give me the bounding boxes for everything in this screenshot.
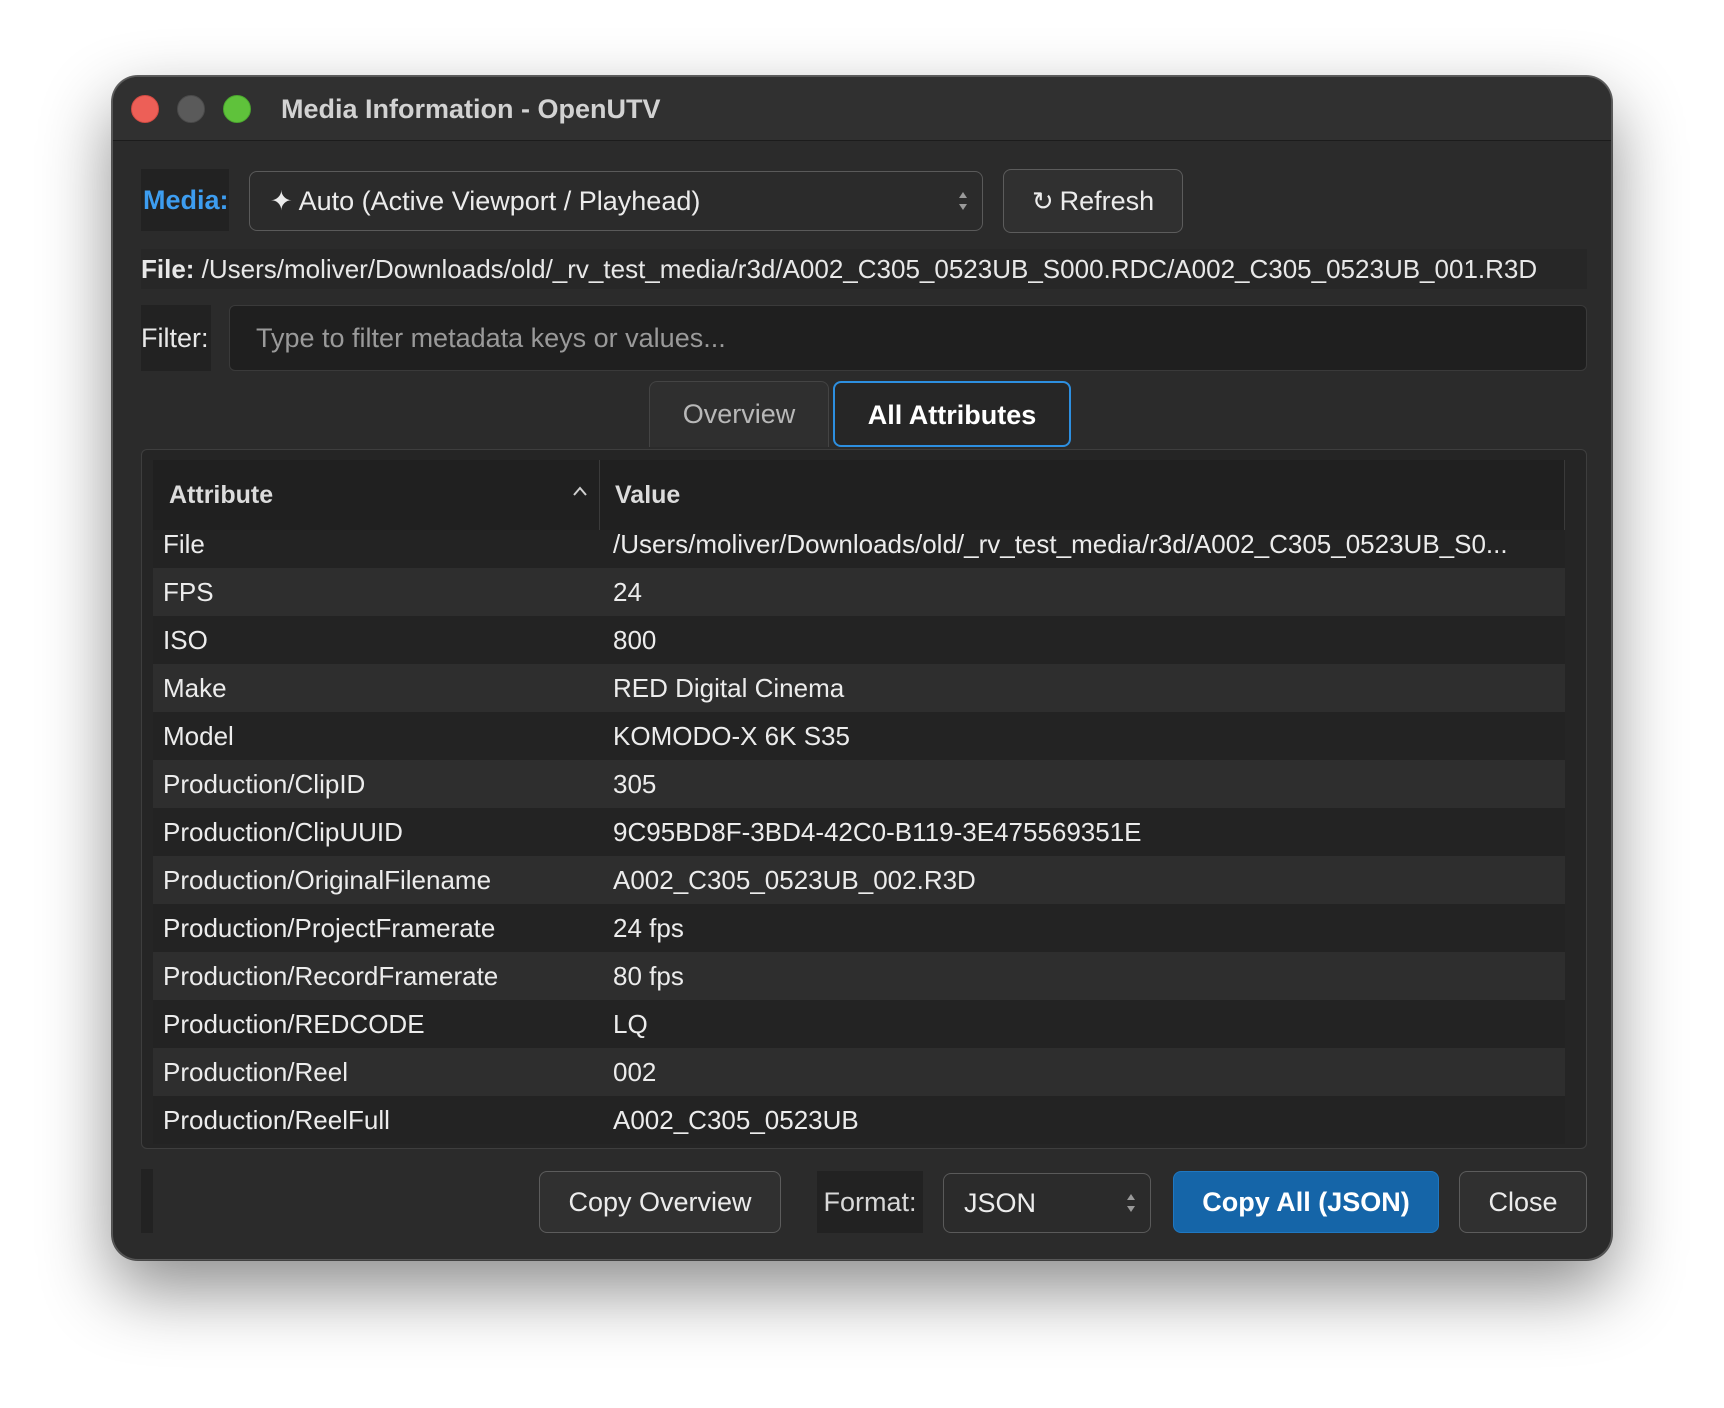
cell-attribute: Production/REDCODE bbox=[163, 1009, 425, 1039]
cell-value: 80 fps bbox=[613, 961, 684, 991]
cell-value: LQ bbox=[613, 1009, 648, 1039]
cell-attribute: Model bbox=[163, 721, 234, 751]
cell-attribute: Production/OriginalFilename bbox=[163, 865, 492, 895]
cell-value: 9C95BD8F-3BD4-42C0-B119-3E475569351E bbox=[613, 817, 1142, 847]
window-title: Media Information - OpenUTV bbox=[281, 94, 661, 124]
table-row[interactable]: Production/REDCODE LQ bbox=[153, 1000, 1565, 1048]
column-header-value[interactable]: Value bbox=[615, 460, 1515, 530]
column-divider-end bbox=[1564, 460, 1565, 530]
table-row[interactable]: File/Users/moliver/Downloads/old/_rv_tes… bbox=[153, 530, 1565, 568]
copy-overview-button[interactable]: Copy Overview bbox=[539, 1171, 781, 1233]
window-minimize-button[interactable] bbox=[177, 95, 205, 123]
file-label: File: bbox=[141, 254, 195, 284]
title-bar: Media Information - OpenUTV bbox=[113, 77, 1611, 141]
window-zoom-button[interactable] bbox=[223, 95, 251, 123]
format-select-value: JSON bbox=[964, 1188, 1037, 1218]
table-row[interactable]: Production/ReelFull A002_C305_0523UB bbox=[153, 1096, 1565, 1144]
cell-attribute: Production/ClipID bbox=[163, 769, 366, 799]
media-select-value: ✦ Auto (Active Viewport / Playhead) bbox=[270, 186, 701, 216]
table-row[interactable]: Production/Reel 002 bbox=[153, 1048, 1565, 1096]
cell-value: A002_C305_0523UB_002.R3D bbox=[613, 865, 976, 895]
media-info-window: Media Information - OpenUTV Media: ✦ Aut… bbox=[112, 76, 1612, 1260]
table-row[interactable]: Production/ClipID 305 bbox=[153, 760, 1565, 808]
refresh-button[interactable]: ↻ Refresh bbox=[1003, 169, 1183, 233]
tab-all-attributes[interactable]: All Attributes bbox=[833, 381, 1071, 447]
close-button[interactable]: Close bbox=[1459, 1171, 1587, 1233]
cell-attribute: Production/Reel bbox=[163, 1057, 348, 1087]
cell-attribute: Production/RecordFramerate bbox=[163, 961, 499, 991]
table-body: File/Users/moliver/Downloads/old/_rv_tes… bbox=[153, 530, 1565, 1148]
column-header-attribute[interactable]: Attribute bbox=[169, 460, 599, 530]
format-select[interactable]: JSON bbox=[943, 1173, 1151, 1233]
cell-value: 305 bbox=[613, 769, 657, 799]
cell-attribute: ISO bbox=[163, 625, 208, 655]
table-row[interactable]: FPS 24 bbox=[153, 568, 1565, 616]
tab-overview[interactable]: Overview bbox=[649, 381, 829, 447]
file-path: /Users/moliver/Downloads/old/_rv_test_me… bbox=[194, 254, 1538, 284]
cell-value: 002 bbox=[613, 1057, 657, 1087]
filter-input[interactable] bbox=[229, 305, 1587, 371]
cell-value: /Users/moliver/Downloads/old/_rv_test_me… bbox=[613, 530, 1508, 559]
cell-attribute: Make bbox=[163, 673, 227, 703]
attributes-table: Attribute Value File/Users/moliver/Downl… bbox=[141, 449, 1587, 1149]
status-spacer bbox=[141, 1169, 153, 1233]
select-arrows-icon bbox=[959, 192, 967, 210]
format-label: Format: bbox=[817, 1171, 923, 1233]
column-divider[interactable] bbox=[599, 460, 600, 530]
table-row[interactable]: ISO 800 bbox=[153, 616, 1565, 664]
cell-attribute: File bbox=[163, 530, 205, 559]
table-row[interactable]: Production/ClipUUID 9C95BD8F-3BD4-42C0-B1… bbox=[153, 808, 1565, 856]
cell-attribute: Production/ReelFull bbox=[163, 1105, 390, 1135]
cell-value: RED Digital Cinema bbox=[613, 673, 845, 703]
cell-attribute: Production/ProjectFramerate bbox=[163, 913, 496, 943]
file-path-line: File: /Users/moliver/Downloads/old/_rv_t… bbox=[141, 249, 1587, 289]
select-arrows-icon bbox=[1127, 1194, 1135, 1212]
table-row[interactable]: Model KOMODO-X 6K S35 bbox=[153, 712, 1565, 760]
refresh-button-label: Refresh bbox=[1059, 186, 1155, 216]
table-row[interactable]: Make RED Digital Cinema bbox=[153, 664, 1565, 712]
table-row[interactable]: Production/OriginalFilename A002_C305_052… bbox=[153, 856, 1565, 904]
copy-all-json-button[interactable]: Copy All (JSON) bbox=[1173, 1171, 1439, 1233]
window-close-button[interactable] bbox=[131, 95, 159, 123]
cell-attribute: Production/ClipUUID bbox=[163, 817, 403, 847]
cell-value: 800 bbox=[613, 625, 657, 655]
refresh-icon: ↻ bbox=[1031, 186, 1054, 216]
sort-ascending-icon[interactable] bbox=[571, 484, 589, 498]
table-row[interactable]: Production/ProjectFramerate 24 fps bbox=[153, 904, 1565, 952]
cell-value: 24 bbox=[613, 577, 642, 607]
filter-label: Filter: bbox=[141, 305, 211, 371]
cell-value: A002_C305_0523UB bbox=[613, 1105, 859, 1135]
table-header: Attribute Value bbox=[153, 460, 1565, 530]
cell-attribute: FPS bbox=[163, 577, 214, 607]
media-label: Media: bbox=[141, 169, 229, 231]
cell-value: KOMODO-X 6K S35 bbox=[613, 721, 850, 751]
media-select[interactable]: ✦ Auto (Active Viewport / Playhead) bbox=[249, 171, 983, 231]
table-row[interactable]: Production/RecordFramerate 80 fps bbox=[153, 952, 1565, 1000]
cell-value: 24 fps bbox=[613, 913, 684, 943]
